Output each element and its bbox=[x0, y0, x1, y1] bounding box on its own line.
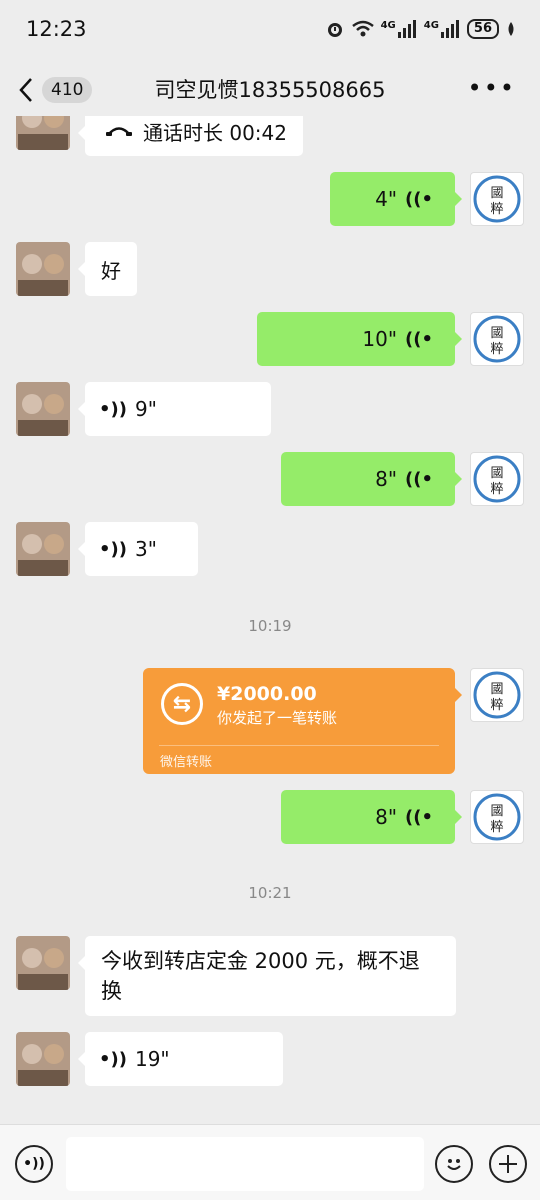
svg-text:國: 國 bbox=[490, 466, 503, 481]
svg-text:國: 國 bbox=[490, 326, 503, 341]
my-avatar[interactable]: 國粹 bbox=[470, 312, 524, 366]
battery-level: 56 bbox=[466, 19, 499, 39]
my-avatar[interactable]: 國粹 bbox=[470, 790, 524, 844]
voice-message-received[interactable]: •)) 9" bbox=[78, 382, 271, 436]
voice-wave-icon: ((• bbox=[405, 188, 433, 210]
more-functions-button[interactable] bbox=[489, 1145, 527, 1183]
wifi-icon bbox=[351, 20, 374, 37]
transfer-description: 你发起了一笔转账 bbox=[217, 709, 338, 727]
voice-message-sent[interactable]: 10" ((• bbox=[257, 312, 462, 366]
plus-icon bbox=[499, 1155, 517, 1173]
voice-wave-icon: •)) bbox=[99, 398, 127, 420]
divider bbox=[159, 745, 439, 746]
voice-message-sent[interactable]: 8" ((• bbox=[281, 790, 462, 844]
call-duration-text: 通话时长 00:42 bbox=[143, 120, 287, 145]
voice-wave-icon: ((• bbox=[405, 468, 433, 490]
message-timestamp: 10:21 bbox=[248, 884, 292, 902]
emoji-button[interactable] bbox=[435, 1145, 473, 1183]
transfer-amount: ¥2000.00 bbox=[217, 683, 317, 705]
my-avatar[interactable]: 國粹 bbox=[470, 668, 524, 722]
voice-duration: 19" bbox=[134, 1047, 170, 1071]
status-icons: 4G 4G 56 bbox=[325, 19, 516, 39]
svg-text:國: 國 bbox=[490, 804, 503, 819]
chevron-left-icon bbox=[19, 78, 32, 102]
chat-header: 410 司空见惯18355508665 ••• bbox=[0, 60, 540, 116]
alarm-icon bbox=[327, 23, 342, 37]
signal-icon bbox=[440, 20, 459, 38]
voice-duration: 9" bbox=[134, 397, 157, 421]
transfer-arrows-icon: ⇆ bbox=[161, 683, 203, 725]
input-bar: •)) bbox=[0, 1124, 540, 1200]
signal-icon bbox=[397, 20, 416, 38]
my-avatar[interactable]: 國粹 bbox=[470, 452, 524, 506]
svg-text:粹: 粹 bbox=[490, 698, 503, 713]
network-type-2: 4G bbox=[423, 19, 439, 31]
svg-text:粹: 粹 bbox=[490, 482, 503, 497]
contact-avatar[interactable] bbox=[16, 936, 70, 990]
voice-duration: 8" bbox=[375, 467, 398, 491]
text-message-received[interactable]: 今收到转店定金 2000 元，概不退 换 bbox=[78, 936, 456, 1016]
transfer-footer: 微信转账 bbox=[160, 755, 213, 770]
voice-wave-icon: •)) bbox=[23, 1156, 45, 1172]
smiley-icon bbox=[447, 1159, 461, 1170]
status-time: 12:23 bbox=[26, 17, 87, 41]
message-list[interactable]: 通话时长 00:42 4" ((• 國粹 好 10" ((• 國粹 •)) 9"… bbox=[0, 116, 540, 1124]
svg-text:粹: 粹 bbox=[490, 820, 503, 835]
voice-message-sent[interactable]: 8" ((• bbox=[281, 452, 462, 506]
status-bar: 12:23 4G 4G 56 bbox=[0, 0, 540, 58]
voice-message-received[interactable]: •)) 3" bbox=[78, 522, 198, 576]
call-record-bubble[interactable]: 通话时长 00:42 bbox=[78, 116, 303, 156]
contact-avatar[interactable] bbox=[16, 522, 70, 576]
voice-wave-icon: ((• bbox=[405, 806, 433, 828]
my-avatar[interactable]: 國粹 bbox=[470, 172, 524, 226]
voice-duration: 8" bbox=[375, 805, 398, 829]
transfer-card[interactable]: ⇆ ¥2000.00 你发起了一笔转账 微信转账 bbox=[143, 668, 462, 774]
voice-duration: 4" bbox=[375, 187, 398, 211]
voice-message-sent[interactable]: 4" ((• bbox=[330, 172, 462, 226]
message-timestamp: 10:19 bbox=[248, 617, 292, 635]
contact-avatar[interactable] bbox=[16, 242, 70, 296]
message-text: 好 bbox=[101, 258, 121, 283]
contact-avatar[interactable] bbox=[16, 382, 70, 436]
voice-wave-icon: ((• bbox=[405, 328, 433, 350]
message-text-line-2: 换 bbox=[101, 979, 122, 1003]
voice-message-received[interactable]: •)) 19" bbox=[78, 1032, 283, 1086]
message-input[interactable] bbox=[66, 1137, 424, 1191]
message-text-line-1: 今收到转店定金 2000 元，概不退 bbox=[101, 949, 420, 973]
voice-input-button[interactable]: •)) bbox=[15, 1145, 53, 1183]
voice-duration: 10" bbox=[362, 327, 398, 351]
voice-duration: 3" bbox=[134, 537, 157, 561]
voice-wave-icon: •)) bbox=[99, 1048, 127, 1070]
voice-wave-icon: •)) bbox=[99, 538, 127, 560]
contact-avatar[interactable] bbox=[16, 116, 70, 150]
more-options-button[interactable]: ••• bbox=[468, 74, 516, 102]
svg-text:國: 國 bbox=[490, 186, 503, 201]
svg-text:粹: 粹 bbox=[490, 342, 503, 357]
leaf-icon bbox=[508, 22, 514, 36]
svg-text:粹: 粹 bbox=[490, 202, 503, 217]
unread-count-badge: 410 bbox=[42, 77, 93, 103]
svg-text:國: 國 bbox=[490, 682, 503, 697]
back-button[interactable]: 410 bbox=[18, 74, 98, 106]
text-message-received[interactable]: 好 bbox=[78, 242, 137, 296]
phone-icon bbox=[106, 127, 132, 136]
network-type-1: 4G bbox=[380, 19, 396, 31]
contact-avatar[interactable] bbox=[16, 1032, 70, 1086]
